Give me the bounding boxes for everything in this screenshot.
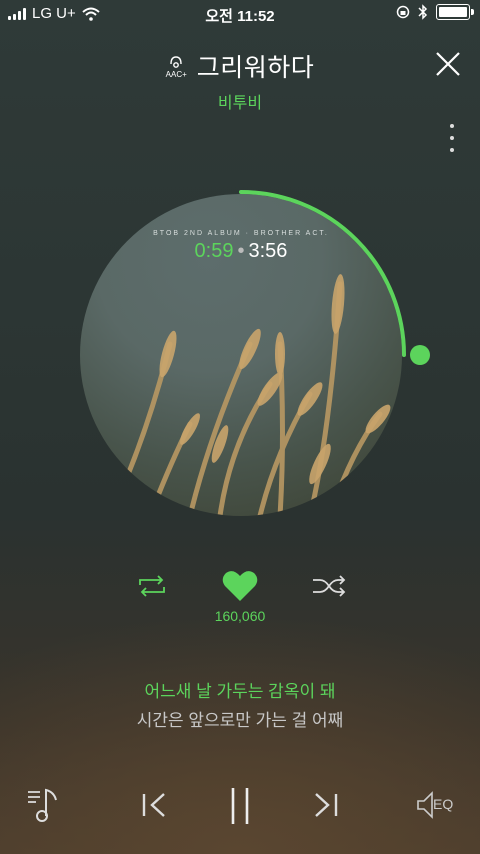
eq-button[interactable]: EQ: [416, 790, 462, 820]
lyric-next-line[interactable]: 시간은 앞으로만 가는 걸 어째: [0, 706, 480, 731]
repeat-icon[interactable]: [136, 575, 168, 597]
lyric-current-line[interactable]: 어느새 날 가두는 감옥이 돼: [0, 677, 480, 702]
eq-label: EQ: [433, 796, 454, 812]
like-count: 160,060: [214, 608, 266, 624]
playback-controls: EQ: [0, 786, 480, 826]
next-icon[interactable]: [312, 790, 340, 820]
previous-icon[interactable]: [140, 790, 168, 820]
action-row: 160,060: [0, 570, 480, 630]
heart-icon[interactable]: [222, 570, 258, 602]
playlist-icon[interactable]: [26, 786, 66, 824]
progress-arc: [239, 190, 406, 357]
shuffle-icon[interactable]: [312, 575, 346, 597]
progress-knob[interactable]: [410, 345, 430, 365]
pause-icon[interactable]: [228, 786, 252, 826]
